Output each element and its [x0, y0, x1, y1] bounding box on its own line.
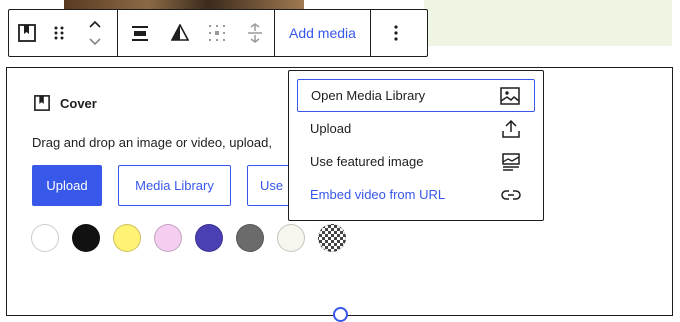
- cover-title: Cover: [34, 95, 97, 111]
- resize-handle[interactable]: [333, 307, 348, 322]
- color-swatch-transparent[interactable]: [318, 224, 346, 252]
- menu-item-embed-video-from-url[interactable]: Embed video from URL: [297, 178, 535, 211]
- cover-block-icon[interactable]: [9, 10, 45, 56]
- menu-item-upload[interactable]: Upload: [297, 112, 535, 145]
- align-icon[interactable]: [118, 10, 162, 56]
- overlay-color-swatches: [31, 224, 346, 252]
- drag-handle-icon[interactable]: [45, 10, 73, 56]
- menu-item-label: Upload: [310, 121, 352, 136]
- duotone-icon[interactable]: [162, 10, 198, 56]
- toolbar-group-block: [9, 10, 118, 56]
- upload-button[interactable]: Upload: [32, 165, 102, 206]
- cover-title-label: Cover: [60, 95, 97, 111]
- background-green-area: [424, 0, 672, 46]
- color-swatch-pink[interactable]: [154, 224, 182, 252]
- featured-image-icon: [500, 151, 522, 173]
- color-swatch-off-white[interactable]: [277, 224, 305, 252]
- toolbar-group-options: [371, 10, 421, 56]
- move-up-down-icon[interactable]: [73, 10, 117, 56]
- link-icon: [500, 184, 522, 206]
- upload-icon: [500, 118, 522, 140]
- menu-item-label: Embed video from URL: [310, 187, 446, 202]
- add-media-button[interactable]: Add media: [275, 10, 370, 56]
- full-height-icon[interactable]: [236, 10, 274, 56]
- cover-block-icon: [34, 95, 50, 111]
- image-icon: [499, 85, 521, 107]
- menu-item-use-featured-image[interactable]: Use featured image: [297, 145, 535, 178]
- menu-item-label: Open Media Library: [311, 88, 426, 103]
- block-toolbar: Add media: [8, 9, 428, 57]
- toolbar-group-media: Add media: [275, 10, 371, 56]
- cover-instructions: Drag and drop an image or video, upload,: [32, 135, 272, 150]
- color-swatch-purple[interactable]: [195, 224, 223, 252]
- color-swatch-black[interactable]: [72, 224, 100, 252]
- menu-item-open-media-library[interactable]: Open Media Library: [297, 79, 535, 112]
- color-swatch-gray[interactable]: [236, 224, 264, 252]
- menu-item-label: Use featured image: [310, 154, 424, 169]
- toolbar-group-settings: [118, 10, 275, 56]
- color-swatch-white[interactable]: [31, 224, 59, 252]
- media-library-button[interactable]: Media Library: [118, 165, 231, 206]
- add-media-dropdown: Open Media Library Upload Use featured i…: [288, 70, 544, 221]
- more-options-icon[interactable]: [371, 10, 421, 56]
- color-swatch-yellow[interactable]: [113, 224, 141, 252]
- content-position-icon[interactable]: [198, 10, 236, 56]
